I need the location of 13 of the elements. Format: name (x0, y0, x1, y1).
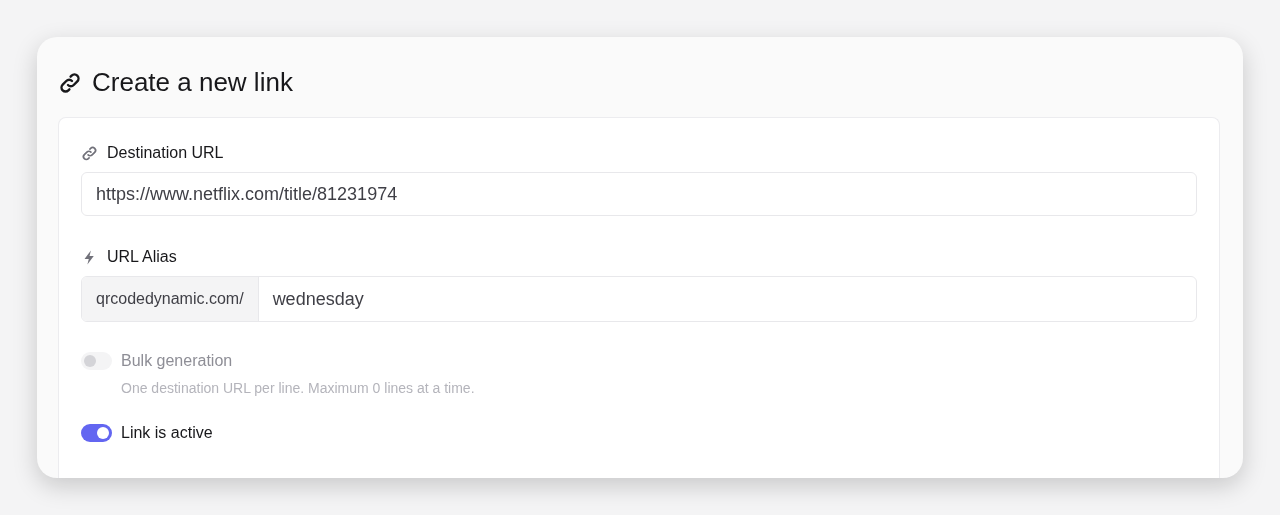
url-input-field[interactable]: https://www.netflix.com/title/81231974 (81, 172, 1197, 216)
field-label: Destination URL (107, 144, 224, 162)
link-icon (81, 144, 98, 162)
alias-input-field[interactable]: qrcodedynamic.com/ wednesday (81, 276, 1197, 322)
dialog-title: Create a new link (92, 67, 293, 98)
toggle-label: Link is active (121, 424, 213, 442)
toggle-switch[interactable] (81, 424, 112, 442)
link-icon (58, 70, 82, 95)
help-text: One destination URL per line. Maximum 0 lines at a time. (121, 380, 476, 396)
toggle-label: Bulk generation (121, 352, 233, 370)
field-label: URL Alias (107, 248, 177, 266)
alias-value: wednesday (271, 287, 365, 311)
domain-prefix: qrcodedynamic.com/ (82, 277, 259, 321)
